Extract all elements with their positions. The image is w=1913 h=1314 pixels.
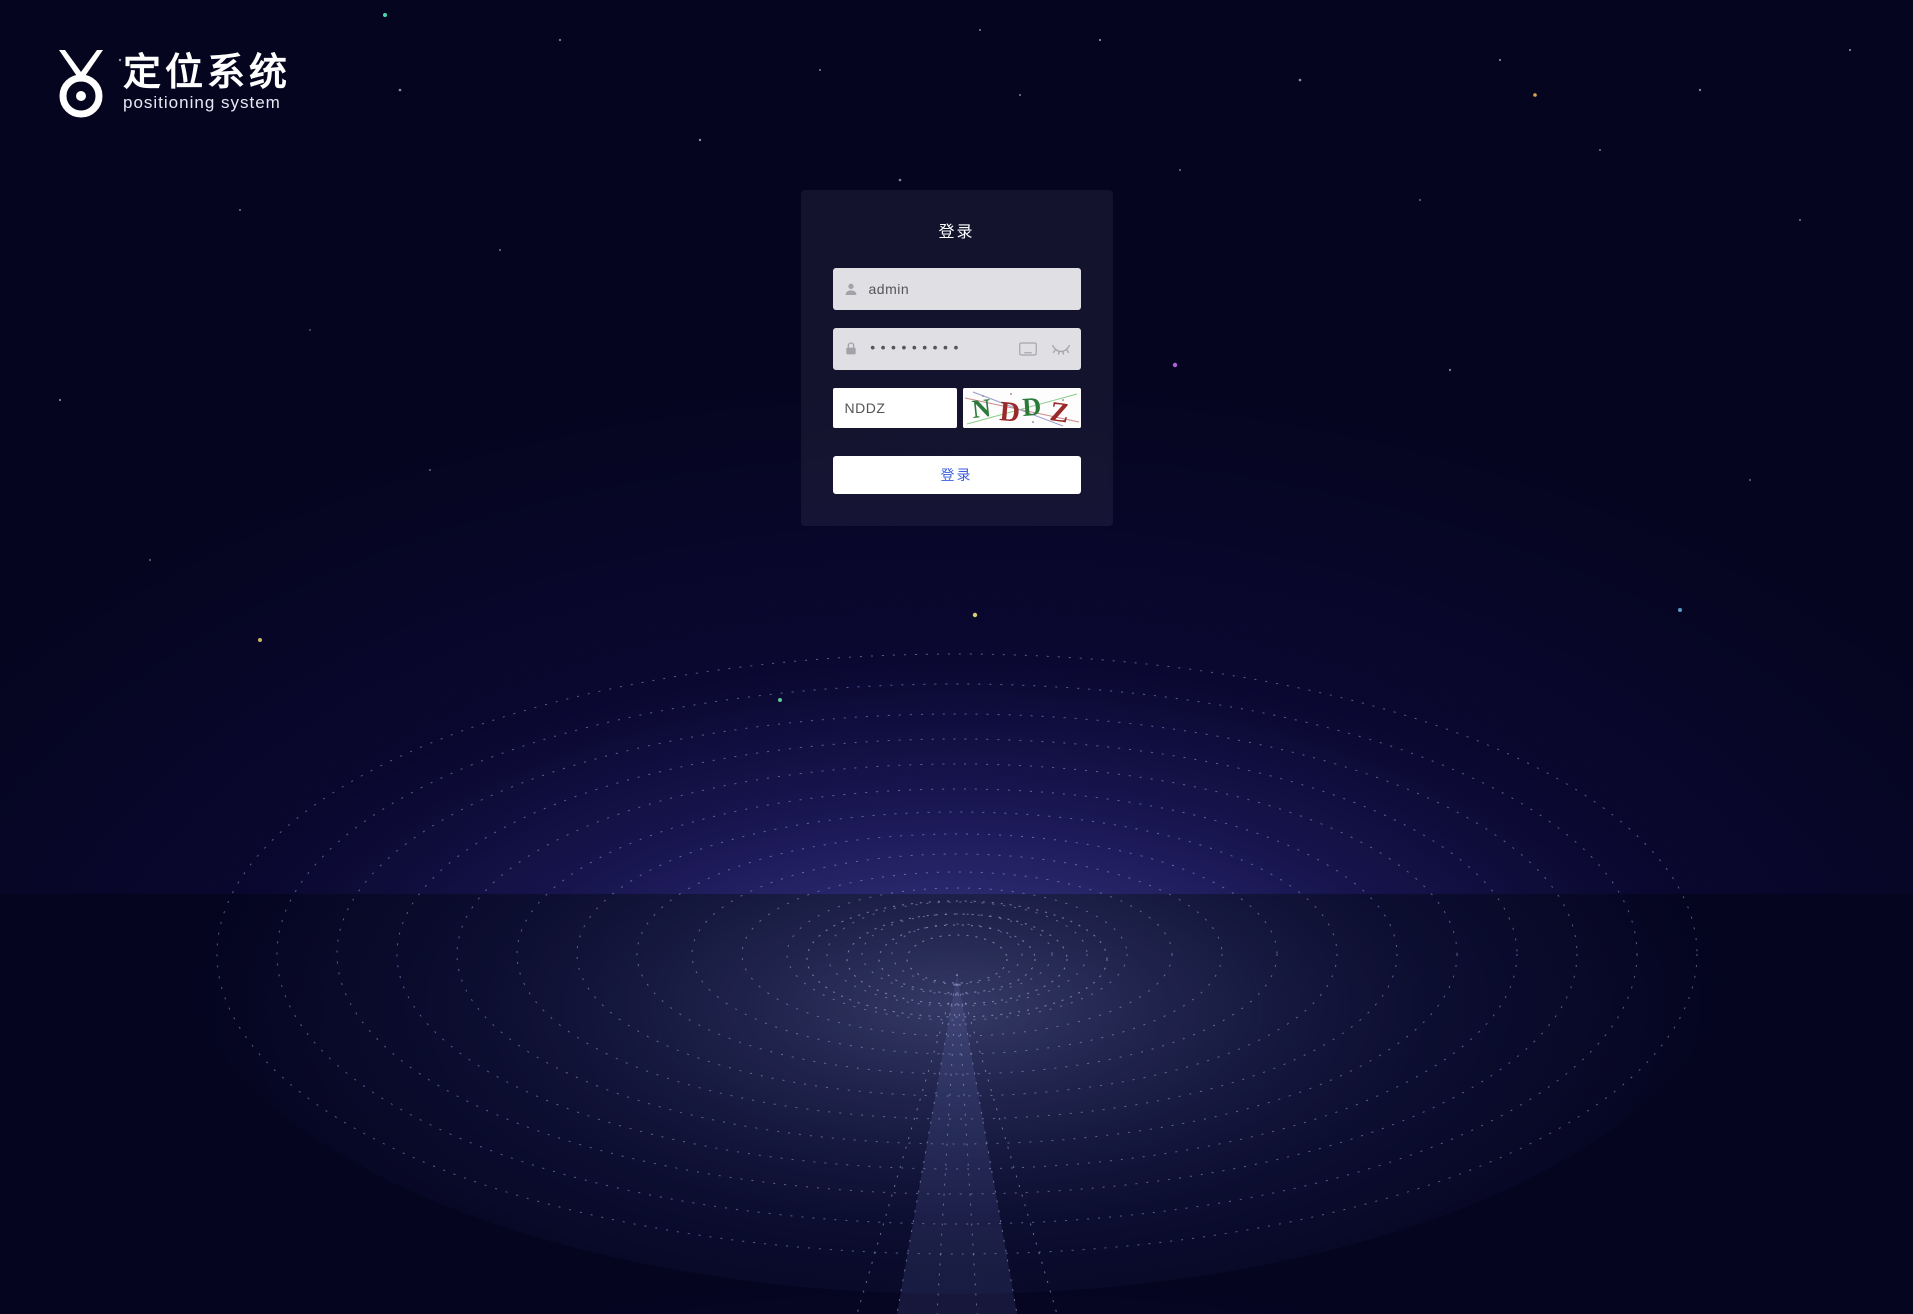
login-button[interactable]: 登录: [833, 456, 1081, 494]
password-input[interactable]: [869, 341, 1009, 357]
login-card: 登录: [801, 190, 1113, 526]
captcha-input[interactable]: [833, 388, 957, 428]
brand-subtitle: positioning system: [123, 93, 291, 113]
svg-text:N: N: [970, 393, 992, 424]
brand-logo: 定位系统 positioning system: [55, 48, 291, 118]
brand-mark-icon: [55, 48, 107, 118]
password-field[interactable]: [833, 328, 1081, 370]
captcha-image[interactable]: N D D Z: [963, 388, 1081, 428]
username-input[interactable]: [869, 281, 1071, 297]
user-icon: [843, 281, 859, 297]
captcha-row: N D D Z: [833, 388, 1081, 428]
svg-text:D: D: [998, 396, 1021, 428]
svg-text:D: D: [1021, 392, 1042, 422]
eye-closed-icon[interactable]: [1051, 342, 1071, 356]
keyboard-icon[interactable]: [1019, 342, 1037, 356]
background-swirl: [157, 414, 1757, 1314]
lock-icon: [843, 341, 859, 357]
login-heading: 登录: [833, 218, 1081, 242]
brand-title: 定位系统: [123, 53, 291, 95]
username-field[interactable]: [833, 268, 1081, 310]
